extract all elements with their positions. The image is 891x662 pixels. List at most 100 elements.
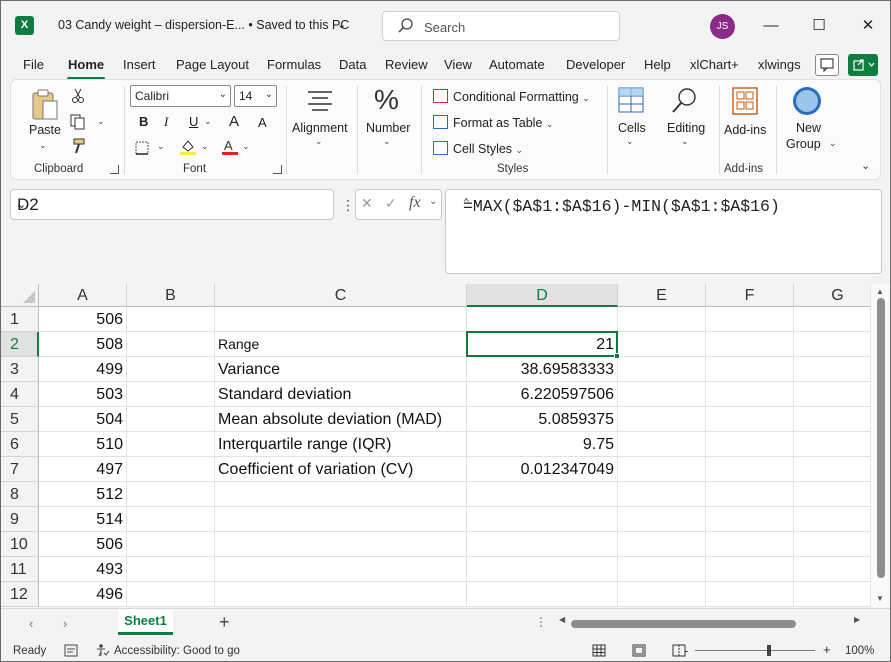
insert-function-button[interactable]: fx [409, 194, 421, 212]
cell-g9[interactable] [794, 507, 882, 532]
cell-a8[interactable]: 512 [39, 482, 127, 507]
grow-font-button[interactable]: A [229, 113, 239, 130]
scroll-up-icon[interactable]: ▲ [876, 287, 884, 296]
scroll-right-icon[interactable]: ▶ [854, 615, 860, 624]
new-group-caret-icon[interactable]: ⌄ [829, 138, 837, 149]
cell-d3[interactable]: 38.69583333 [467, 357, 618, 382]
font-color-caret-icon[interactable]: ⌄ [242, 141, 250, 152]
cell-f12[interactable] [706, 582, 794, 607]
tab-xlwings[interactable]: xlwings [758, 57, 801, 72]
row-header[interactable]: 8 [1, 482, 39, 507]
cell-c7[interactable]: Coefficient of variation (CV) [215, 457, 467, 482]
paste-button[interactable]: Paste [29, 123, 61, 137]
accessibility-status[interactable]: Accessibility: Good to go [114, 645, 240, 657]
cell-a5[interactable]: 504 [39, 407, 127, 432]
editing-caret-icon[interactable]: ⌄ [681, 136, 689, 147]
column-header-c[interactable]: C [215, 284, 467, 307]
cell-a10[interactable]: 506 [39, 532, 127, 557]
row-header[interactable]: 7 [1, 457, 39, 482]
cell-e9[interactable] [618, 507, 706, 532]
cell-e2[interactable] [618, 332, 706, 357]
row-header[interactable]: 12 [1, 582, 39, 607]
cell-f1[interactable] [706, 307, 794, 332]
cell-d7[interactable]: 0.012347049 [467, 457, 618, 482]
vertical-scroll-thumb[interactable] [877, 298, 885, 578]
shrink-font-button[interactable]: A [258, 115, 267, 130]
font-name-combo[interactable]: Calibri ⌄ [130, 85, 231, 107]
cell-c11[interactable] [215, 557, 467, 582]
collapse-ribbon-icon[interactable]: ⌄ [861, 159, 870, 172]
zoom-in-button[interactable]: + [823, 642, 831, 657]
cell-b11[interactable] [127, 557, 215, 582]
cell-d9[interactable] [467, 507, 618, 532]
cell-c4[interactable]: Standard deviation [215, 382, 467, 407]
cell-d10[interactable] [467, 532, 618, 557]
avatar[interactable]: JS [710, 14, 735, 39]
title-chevron-down-icon[interactable]: ⌄ [337, 18, 346, 31]
horizontal-scroll-thumb[interactable] [571, 620, 796, 628]
cell-f2[interactable] [706, 332, 794, 357]
formula-input[interactable]: =MAX($A$1:$A$16)-MIN($A$1:$A$16) ⌃ [445, 189, 882, 274]
cell-c8[interactable] [215, 482, 467, 507]
cells-caret-icon[interactable]: ⌄ [626, 136, 634, 147]
select-all-button[interactable] [1, 284, 39, 307]
editing-button[interactable]: Editing [667, 121, 705, 135]
cell-c2[interactable]: Range [215, 332, 467, 357]
tab-help[interactable]: Help [644, 57, 671, 72]
minimize-button[interactable]: — [758, 13, 784, 39]
cell-e11[interactable] [618, 557, 706, 582]
bold-button[interactable]: B [139, 114, 148, 129]
search-box[interactable]: Search [382, 11, 620, 41]
cell-e6[interactable] [618, 432, 706, 457]
spreadsheet-grid[interactable]: ABCDEFG 1 506 2 508 Range 21 3 499 Variance 38.69… [1, 284, 890, 607]
tab-insert[interactable]: Insert [123, 57, 156, 72]
cell-e7[interactable] [618, 457, 706, 482]
clipboard-launcher-icon[interactable] [110, 165, 119, 174]
cell-a1[interactable]: 506 [39, 307, 127, 332]
zoom-out-button[interactable]: - [684, 643, 688, 658]
fill-handle[interactable] [614, 353, 620, 359]
row-header[interactable]: 5 [1, 407, 39, 432]
close-button[interactable]: ✕ [855, 13, 881, 39]
cell-c10[interactable] [215, 532, 467, 557]
tab-xlchart[interactable]: xlChart+ [690, 57, 739, 72]
tab-automate[interactable]: Automate [489, 57, 545, 72]
row-header[interactable]: 6 [1, 432, 39, 457]
share-button[interactable] [848, 54, 878, 76]
paste-caret-icon[interactable]: ⌄ [39, 140, 47, 151]
accessibility-icon[interactable] [96, 643, 110, 657]
zoom-level[interactable]: 100% [845, 645, 874, 657]
cell-d8[interactable] [467, 482, 618, 507]
cell-e4[interactable] [618, 382, 706, 407]
new-group-line1[interactable]: New [796, 121, 821, 135]
format-painter-icon[interactable] [71, 138, 87, 154]
borders-caret-icon[interactable]: ⌄ [157, 141, 165, 152]
cell-d12[interactable] [467, 582, 618, 607]
cell-g7[interactable] [794, 457, 882, 482]
sheet-tab-sheet1[interactable]: Sheet1 [118, 609, 173, 635]
cell-c12[interactable] [215, 582, 467, 607]
comments-button[interactable] [815, 54, 839, 76]
cell-f11[interactable] [706, 557, 794, 582]
cell-a11[interactable]: 493 [39, 557, 127, 582]
chevron-down-icon[interactable]: ⌄ [429, 196, 437, 207]
macro-record-icon[interactable] [64, 644, 78, 657]
sheet-next-icon[interactable]: › [63, 616, 67, 631]
cell-c6[interactable]: Interquartile range (IQR) [215, 432, 467, 457]
cell-g6[interactable] [794, 432, 882, 457]
normal-view-icon[interactable] [592, 644, 606, 657]
cell-f9[interactable] [706, 507, 794, 532]
cell-c3[interactable]: Variance [215, 357, 467, 382]
name-box[interactable]: D2 ⌄ [10, 189, 334, 220]
scroll-left-icon[interactable]: ◀ [559, 615, 565, 624]
cell-g5[interactable] [794, 407, 882, 432]
tab-split-grip-icon[interactable]: ⋮ [535, 615, 547, 629]
cell-a12[interactable]: 496 [39, 582, 127, 607]
underline-button[interactable]: U [189, 114, 198, 129]
alignment-button[interactable]: Alignment [292, 121, 348, 135]
cell-b8[interactable] [127, 482, 215, 507]
row-header[interactable]: 1 [1, 307, 39, 332]
cell-f6[interactable] [706, 432, 794, 457]
vertical-scrollbar[interactable]: ▲ ▼ [870, 284, 890, 607]
zoom-slider[interactable] [695, 650, 815, 651]
